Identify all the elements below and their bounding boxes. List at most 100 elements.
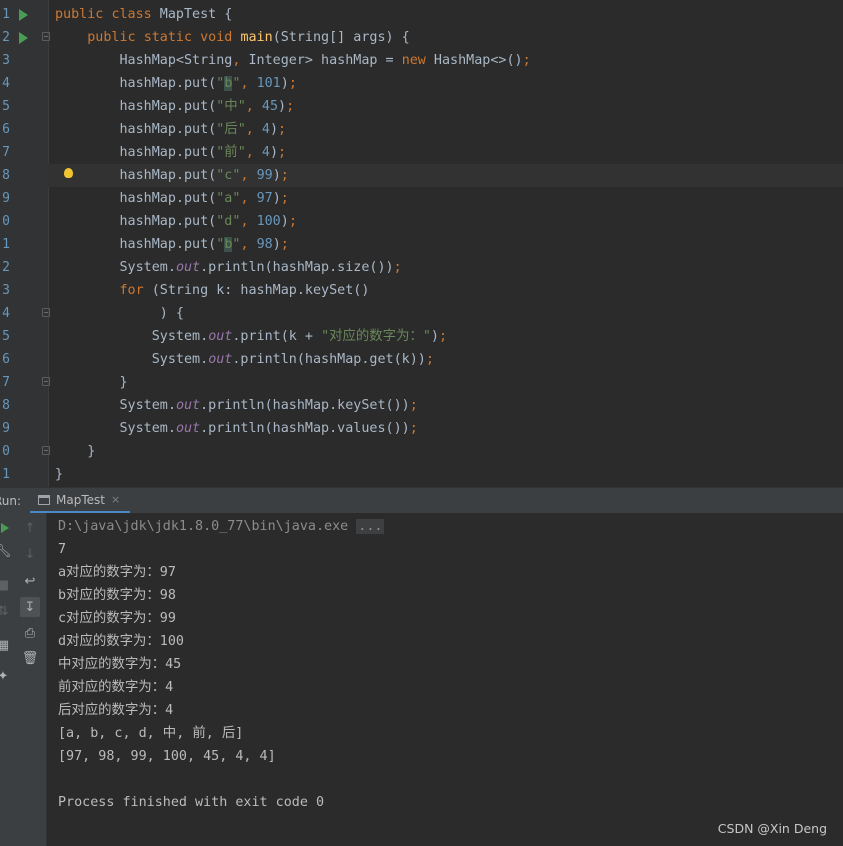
gutter-line: 6 <box>0 348 48 371</box>
gutter-line: 2 <box>0 256 48 279</box>
code-line[interactable]: hashMap.put("b", 101); <box>55 72 843 95</box>
code-editor[interactable]: 1 2 3 4 5 6 7 8 9 0 1 2 3 4 5 6 7 8 9 0 1 public class MapTe… <box>0 0 843 487</box>
wrench-icon[interactable]: 🔧︎ <box>0 541 13 561</box>
code-line[interactable]: } <box>55 440 843 463</box>
line-number: 9 <box>2 421 10 436</box>
restore-layout-icon[interactable]: ⇅ <box>0 601 13 621</box>
gutter-line: 9 <box>0 187 48 210</box>
console-line: a对应的数字为：97 <box>58 565 176 580</box>
gutter-line: 9 <box>0 417 48 440</box>
scroll-to-end-icon[interactable]: ↧ <box>20 597 40 617</box>
console-line: 前对应的数字为：4 <box>58 680 174 695</box>
line-number: 6 <box>2 122 10 137</box>
console-line: c对应的数字为：99 <box>58 611 176 626</box>
code-line[interactable]: hashMap.put("c", 99); <box>48 164 843 187</box>
gutter-line: 2 <box>0 26 50 49</box>
gutter-line: 5 <box>0 325 48 348</box>
gutter-line: 0 <box>0 210 48 233</box>
code-line[interactable]: } <box>55 371 843 394</box>
trash-icon[interactable]: 🗑︎ <box>20 648 40 668</box>
gutter-line: 1 <box>0 3 48 26</box>
line-number: 5 <box>2 99 10 114</box>
run-tool-window-header: Run: MapTest × <box>0 487 843 514</box>
run-tab-maptest[interactable]: MapTest × <box>30 488 131 514</box>
fold-icon[interactable] <box>42 32 50 41</box>
line-number: 1 <box>2 237 10 252</box>
fold-icon[interactable] <box>42 446 50 455</box>
command-ellipsis[interactable]: ... <box>356 519 385 534</box>
gutter-line: 4 <box>0 72 48 95</box>
console-line: Process finished with exit code 0 <box>58 795 325 810</box>
layout-icon[interactable]: ▦ <box>0 635 13 655</box>
run-label: Run: <box>0 494 22 508</box>
soft-wrap-icon[interactable]: ↩ <box>20 571 40 591</box>
lightbulb-icon[interactable] <box>64 168 73 178</box>
code-line[interactable]: hashMap.put("d", 100); <box>55 210 843 233</box>
editor-gutter: 1 2 3 4 5 6 7 8 9 0 1 2 3 4 5 6 7 8 9 0 1 <box>0 0 50 487</box>
line-number: 1 <box>2 7 10 22</box>
pin-icon[interactable]: ✦ <box>0 666 13 686</box>
line-number: 8 <box>2 398 10 413</box>
line-number: 7 <box>2 145 10 160</box>
console-icon <box>38 494 50 505</box>
code-line[interactable]: } <box>55 463 843 486</box>
code-line[interactable]: public class MapTest { <box>55 3 843 26</box>
line-number: 0 <box>2 214 10 229</box>
play-icon <box>1 523 9 533</box>
line-number: 5 <box>2 329 10 344</box>
code-line[interactable]: System.out.println(hashMap.get(k)); <box>55 348 843 371</box>
line-number: 8 <box>2 168 10 183</box>
code-line[interactable]: hashMap.put("b", 98); <box>55 233 843 256</box>
line-number: 7 <box>2 375 10 390</box>
gutter-line: 3 <box>0 279 48 302</box>
line-number: 9 <box>2 191 10 206</box>
line-number: 1 <box>2 467 10 482</box>
code-line[interactable]: System.out.println(hashMap.size()); <box>55 256 843 279</box>
console-line: 后对应的数字为：4 <box>58 703 174 718</box>
run-tab-title: MapTest <box>56 492 105 507</box>
fold-icon[interactable] <box>42 308 50 317</box>
gutter-line: 5 <box>0 95 48 118</box>
stop-icon[interactable]: ■ <box>0 575 13 595</box>
fold-icon[interactable] <box>42 377 50 386</box>
code-line[interactable]: hashMap.put("前", 4); <box>55 141 843 164</box>
console-output[interactable]: D:\java\jdk\jdk1.8.0_77\bin\java.exe ...… <box>47 513 843 846</box>
code-line[interactable]: System.out.println(hashMap.values()); <box>55 417 843 440</box>
console-line: [a, b, c, d, 中, 前, 后] <box>58 726 244 741</box>
code-line[interactable]: public static void main(String[] args) { <box>55 26 843 49</box>
gutter-line: 7 <box>0 371 50 394</box>
console-command-line: D:\java\jdk\jdk1.8.0_77\bin\java.exe ... <box>58 515 385 538</box>
run-gutter-icon[interactable] <box>19 9 28 21</box>
run-toolbar-secondary: ↑ ↓ ↩ ↧ ⎙ 🗑︎ <box>13 513 47 846</box>
close-icon[interactable]: × <box>111 493 120 506</box>
code-line[interactable]: HashMap<String, Integer> hashMap = new H… <box>55 49 843 72</box>
code-line[interactable]: hashMap.put("a", 97); <box>55 187 843 210</box>
gutter-line: 4 <box>0 302 50 325</box>
code-line[interactable]: System.out.println(hashMap.keySet()); <box>55 394 843 417</box>
arrow-down-icon[interactable]: ↓ <box>20 544 40 564</box>
console-command: D:\java\jdk\jdk1.8.0_77\bin\java.exe <box>58 519 349 534</box>
line-number: 3 <box>2 53 10 68</box>
code-line[interactable]: hashMap.put("后", 4); <box>55 118 843 141</box>
code-line[interactable]: System.out.print(k + "对应的数字为："); <box>55 325 843 348</box>
gutter-line: 0 <box>0 440 50 463</box>
gutter-line: 6 <box>0 118 48 141</box>
console-line: d对应的数字为：100 <box>58 634 184 649</box>
line-number: 6 <box>2 352 10 367</box>
print-icon[interactable]: ⎙ <box>20 623 40 643</box>
run-gutter-icon[interactable] <box>19 32 28 44</box>
gutter-line: 1 <box>0 463 48 486</box>
gutter-line: 1 <box>0 233 48 256</box>
code-line[interactable]: ) { <box>55 302 843 325</box>
line-number: 4 <box>2 306 10 321</box>
gutter-line: 8 <box>0 394 48 417</box>
code-line[interactable]: for (String k: hashMap.keySet() <box>55 279 843 302</box>
run-toolbar-primary: 🔧︎ ■ ⇅ ▦ ✦ <box>0 513 14 846</box>
arrow-up-icon[interactable]: ↑ <box>20 518 40 538</box>
gutter-line: 7 <box>0 141 48 164</box>
line-number: 2 <box>2 30 10 45</box>
line-number: 3 <box>2 283 10 298</box>
line-number: 4 <box>2 76 10 91</box>
console-line: 中对应的数字为：45 <box>58 657 182 672</box>
code-line[interactable]: hashMap.put("中", 45); <box>55 95 843 118</box>
